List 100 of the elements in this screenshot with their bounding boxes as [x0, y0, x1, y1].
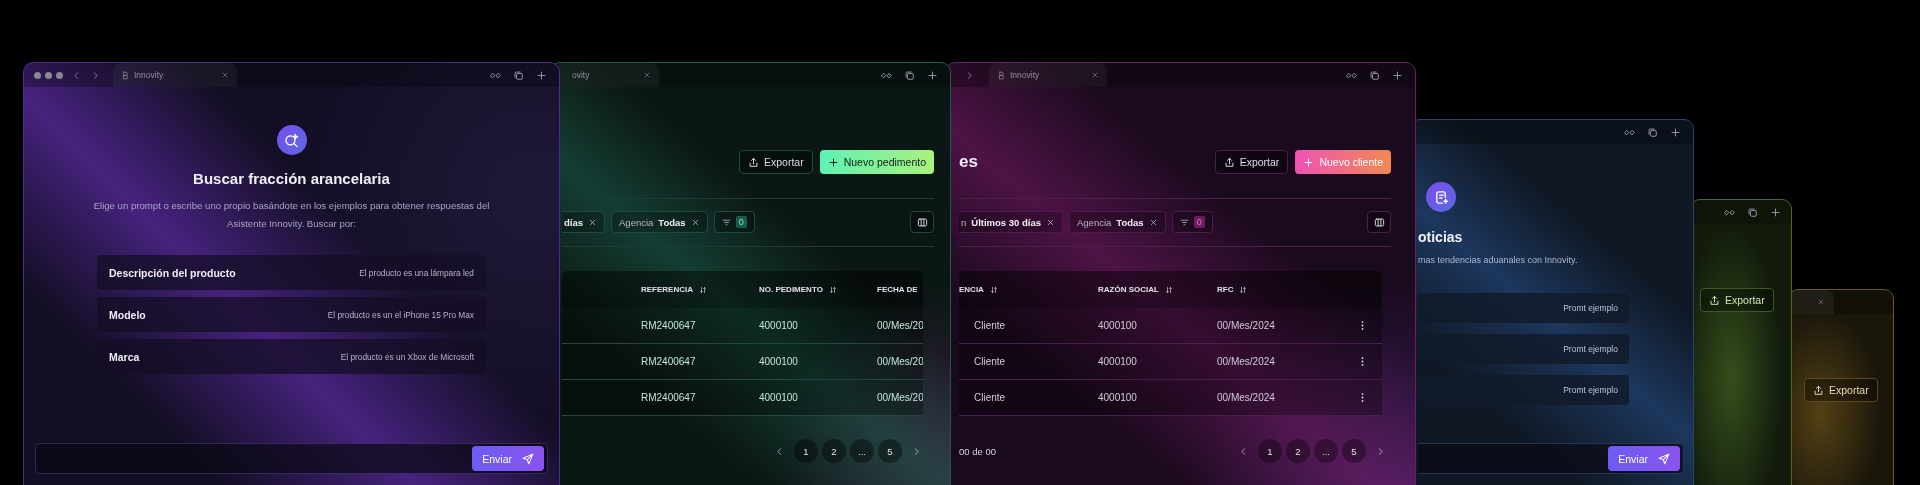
columns-icon: [916, 216, 928, 228]
back-icon[interactable]: [72, 70, 81, 80]
table-cell-text: 4000100: [1098, 356, 1138, 367]
filter-chip[interactable]: Agencia Todas: [611, 211, 708, 233]
filter-icon: [721, 217, 731, 227]
table-cell: Cliente: [974, 392, 1006, 403]
export-button[interactable]: Exportar: [739, 150, 813, 174]
table-cell-text: RM2400647: [641, 356, 697, 367]
sort-icon[interactable]: [828, 285, 837, 294]
prompt-option[interactable]: Marca El producto es un Xbox de Microsoft: [97, 339, 486, 374]
new-order-button[interactable]: Nuevo pedimento: [819, 150, 934, 174]
document-icon: [1426, 182, 1456, 212]
browser-tab[interactable]: ovity: [557, 63, 659, 87]
copy-icon[interactable]: [1747, 206, 1758, 218]
remove-icon[interactable]: [588, 217, 597, 227]
remove-icon[interactable]: [1046, 217, 1055, 227]
table-cell-text: 4000100: [1098, 392, 1138, 403]
column-header[interactable]: RFC: [1217, 285, 1248, 294]
table-cell: 00/Mes/2024: [1217, 356, 1275, 367]
forward-icon[interactable]: [91, 70, 100, 80]
table-cell: 00/Mes/20: [877, 392, 923, 403]
table-cell-text: RM2400647: [641, 392, 697, 403]
message-field[interactable]: Enviar: [1418, 443, 1684, 474]
upload-icon: [748, 156, 759, 168]
table-cell-text: 4000100: [759, 392, 799, 403]
assistant-description: Elige un prompt o escribe uno propio basándote en los ejemplos para obtener respuestas del Asistente Innovity. Buscar por:: [92, 199, 491, 231]
send-button[interactable]: Enviar: [1608, 446, 1680, 471]
filter-chip[interactable]: días: [562, 211, 605, 233]
plus-icon[interactable]: [1770, 206, 1781, 218]
export-button[interactable]: Exportar: [1804, 378, 1878, 402]
table-cell: Cliente: [974, 320, 1006, 331]
prompt-option[interactable]: Promt ejemplo: [1418, 293, 1629, 323]
assistant-description: mas tendencias aduanales con Innovity.: [1418, 255, 1578, 265]
sort-icon[interactable]: [989, 285, 998, 294]
plus-icon[interactable]: [927, 69, 938, 81]
prompt-option[interactable]: Promt ejemplo: [1418, 334, 1629, 364]
close-icon[interactable]: [1817, 298, 1825, 306]
send-icon: [522, 452, 534, 465]
table-cell-text: RM2400647: [641, 320, 697, 331]
sort-icon[interactable]: [1239, 285, 1248, 294]
previous-page-icon[interactable]: [775, 446, 784, 456]
page-button[interactable]: ...: [1314, 439, 1338, 463]
filter-chip[interactable]: n Últimos 30 días: [959, 211, 1063, 233]
browser-tab[interactable]: [1789, 290, 1834, 314]
message-field[interactable]: Enviar: [35, 443, 548, 474]
close-icon[interactable]: [221, 71, 229, 79]
page-button[interactable]: 1: [1258, 439, 1282, 463]
prompt-label: Descripción del producto: [109, 266, 236, 279]
columns-button[interactable]: [910, 211, 934, 233]
browser-tab[interactable]: Innovity: [989, 63, 1107, 87]
logo-icon: [997, 70, 1006, 80]
filter-button[interactable]: 0: [1171, 211, 1213, 233]
previous-page-icon[interactable]: [1239, 446, 1248, 456]
send-button[interactable]: Enviar: [472, 446, 544, 471]
column-header[interactable]: REFERENCIA: [641, 285, 759, 294]
page-button[interactable]: ...: [850, 439, 874, 463]
page-button[interactable]: 5: [1342, 439, 1366, 463]
table-cell: 00/Mes/20: [877, 320, 923, 331]
copy-icon[interactable]: [1647, 126, 1658, 138]
forward-icon[interactable]: [965, 70, 974, 80]
remove-icon[interactable]: [690, 217, 700, 227]
table-cell-text: 4000100: [759, 356, 799, 367]
sort-icon[interactable]: [699, 285, 707, 294]
sort-icon[interactable]: [1164, 285, 1173, 294]
plus-icon[interactable]: [536, 69, 547, 81]
window-dot[interactable]: [34, 71, 41, 79]
prompt-option[interactable]: Modelo El producto es un el iPhone 15 Pro Max: [97, 297, 486, 332]
column-header[interactable]: RAZÓN SOCIAL: [1098, 285, 1217, 294]
table-cell: 00/Mes/2024: [1217, 320, 1275, 331]
copy-icon[interactable]: [904, 69, 915, 81]
close-icon[interactable]: [643, 71, 651, 79]
page-button[interactable]: 5: [878, 439, 902, 463]
columns-button[interactable]: [1367, 211, 1391, 233]
window-dot[interactable]: [45, 71, 52, 79]
next-page-icon[interactable]: [912, 446, 921, 456]
filter-button[interactable]: 0: [713, 211, 755, 233]
prompt-label: Modelo: [109, 308, 146, 321]
export-button[interactable]: Exportar: [1700, 288, 1774, 312]
plus-icon[interactable]: [1392, 69, 1403, 81]
browser-tab[interactable]: Innovity: [113, 63, 237, 87]
plus-icon[interactable]: [1670, 126, 1681, 138]
column-header[interactable]: ENCIA: [959, 285, 1098, 294]
column-header[interactable]: FECHA DE: [877, 285, 918, 294]
remove-icon[interactable]: [1148, 217, 1158, 227]
page-button[interactable]: 1: [794, 439, 818, 463]
page-button[interactable]: 2: [822, 439, 846, 463]
columns-icon: [1373, 216, 1385, 228]
window-dot[interactable]: [56, 71, 63, 79]
filter-chip[interactable]: Agencia Todas: [1069, 211, 1166, 233]
prompt-option[interactable]: Descripción del producto El producto es una lámpara led: [97, 255, 486, 290]
upload-icon: [1813, 384, 1824, 396]
results-count: 00 de 00: [959, 445, 996, 457]
export-button[interactable]: Exportar: [1214, 150, 1289, 174]
copy-icon[interactable]: [513, 69, 524, 81]
close-icon[interactable]: [1091, 71, 1099, 79]
page-button[interactable]: 2: [1286, 439, 1310, 463]
copy-icon[interactable]: [1369, 69, 1380, 81]
assistant-title: Buscar fracción arancelaria: [193, 170, 390, 187]
next-page-icon[interactable]: [1376, 446, 1385, 456]
column-header[interactable]: NO. PEDIMENTO: [759, 285, 877, 294]
